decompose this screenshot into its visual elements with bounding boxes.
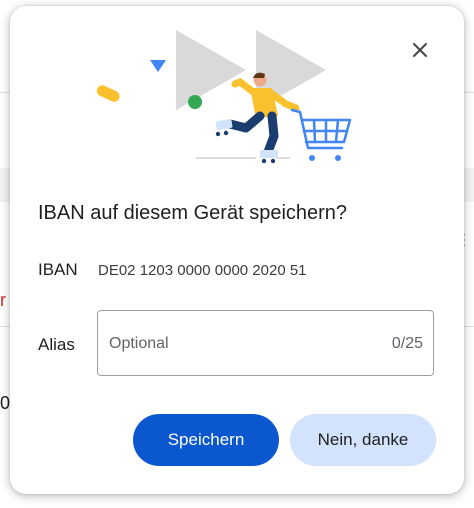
person-hair xyxy=(253,72,265,78)
person-leg xyxy=(263,111,279,157)
save-button[interactable]: Speichern xyxy=(133,414,279,466)
play-triangle-shape xyxy=(176,30,246,110)
alias-character-counter: 0/25 xyxy=(391,335,423,352)
alias-label: Alias xyxy=(38,335,75,354)
iban-label: IBAN xyxy=(38,260,78,279)
alias-placeholder: Optional xyxy=(109,335,169,352)
yellow-pill-shape xyxy=(96,85,120,102)
decline-button[interactable]: Nein, danke xyxy=(290,414,436,466)
iban-value: DE02 1203 0000 0000 2020 51 xyxy=(98,262,307,279)
save-iban-dialog: IBAN auf diesem Gerät speichern? IBAN DE… xyxy=(10,6,464,494)
close-icon xyxy=(413,43,427,57)
dialog-title: IBAN auf diesem Gerät speichern? xyxy=(38,202,348,224)
alias-input[interactable]: Optional 0/25 xyxy=(97,310,434,376)
person-leg xyxy=(225,111,265,133)
green-dot-shape xyxy=(188,95,202,109)
close-button[interactable] xyxy=(406,36,434,64)
background-text-fragment: 0 xyxy=(0,393,11,413)
shopping-illustration xyxy=(96,30,352,164)
shopping-cart-icon xyxy=(290,108,352,150)
blue-triangle-shape xyxy=(150,60,166,72)
background-text-fragment: r xyxy=(0,290,6,310)
skate xyxy=(260,150,278,158)
